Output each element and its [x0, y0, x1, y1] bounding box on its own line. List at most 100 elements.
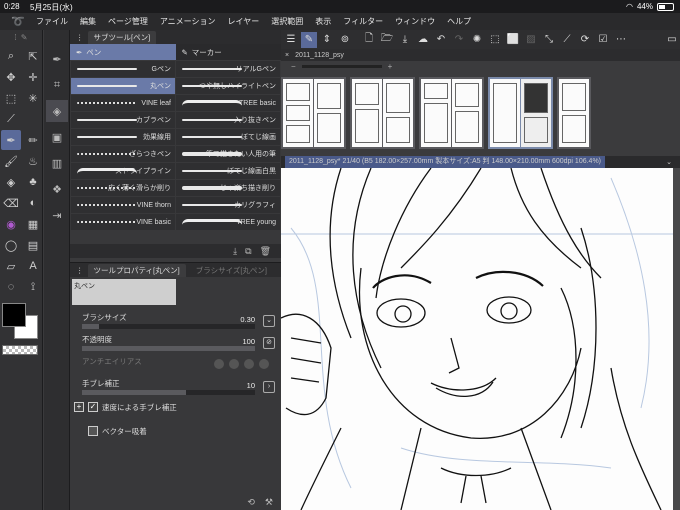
brush-item[interactable]: ぼてじ線画白黒: [176, 163, 280, 179]
companion-icon[interactable]: ⊚: [337, 32, 353, 48]
expand-vertical-icon[interactable]: ⇕: [319, 32, 335, 48]
custom-brush-icon[interactable]: ◈: [46, 100, 68, 122]
brush-item[interactable]: カリグラフィ: [176, 197, 280, 213]
page-zoom-slider[interactable]: [301, 64, 382, 68]
group-marker[interactable]: ✎ マーカー: [176, 44, 282, 60]
brush-item[interactable]: カブラペン: [71, 112, 175, 128]
vector-checkbox[interactable]: [88, 426, 98, 436]
fill-tool-icon[interactable]: ◈: [1, 172, 21, 192]
toolprop-title[interactable]: ツールプロパティ[丸ペン]: [87, 263, 186, 277]
select-outside-icon[interactable]: ⬚: [487, 32, 503, 48]
selection-tool-icon[interactable]: ⬚: [1, 88, 21, 108]
menu-filter[interactable]: フィルター: [343, 16, 383, 27]
text-tool-icon[interactable]: A: [23, 256, 43, 276]
expand-icon[interactable]: +: [74, 402, 84, 412]
new-file-icon[interactable]: 🗋: [361, 32, 377, 48]
opacity-row[interactable]: 不透明度 100 ⊘: [74, 333, 277, 353]
edit-mode-icon[interactable]: ✎: [301, 31, 317, 48]
crop-icon[interactable]: ▨: [523, 32, 539, 48]
brush-item[interactable]: つや無しハイライトペン: [176, 78, 280, 94]
balloon-tool-icon[interactable]: ◌: [1, 277, 21, 297]
brush-item[interactable]: リアルGペン: [176, 61, 280, 77]
menu-file[interactable]: ファイル: [36, 16, 68, 27]
more-icon[interactable]: ⋯: [613, 32, 629, 48]
brush-item[interactable]: 効果線用: [71, 129, 175, 145]
download-icon[interactable]: ⤓: [233, 246, 237, 257]
brush-item[interactable]: ストライプライン: [71, 163, 175, 179]
menu-help[interactable]: ヘルプ: [447, 16, 471, 27]
gradient-tool-icon[interactable]: ◉: [1, 214, 21, 234]
pattern-tool-icon[interactable]: ▦: [23, 214, 43, 234]
delete-icon[interactable]: 🗑: [260, 246, 271, 257]
page-spread-selected[interactable]: [488, 77, 553, 149]
page-spread[interactable]: [557, 77, 591, 149]
antialias-options[interactable]: [214, 359, 269, 369]
blend-tool-icon[interactable]: ◐: [23, 193, 43, 213]
object-tool-icon[interactable]: ⇱: [23, 46, 43, 66]
brush-size-row[interactable]: ブラシサイズ 0.30 ⌄: [74, 311, 277, 331]
main-color-swatch[interactable]: [2, 303, 26, 327]
stabilize-slider[interactable]: [82, 390, 255, 395]
brush-item[interactable]: ぼてじ線画: [176, 129, 280, 145]
move-layer-tool-icon[interactable]: ✛: [23, 67, 43, 87]
brush-item[interactable]: 入り抜きペン: [176, 112, 280, 128]
clear-icon[interactable]: ✺: [469, 32, 485, 48]
save-icon[interactable]: ⤓: [397, 32, 413, 48]
settings-wrench-icon[interactable]: ⚒: [265, 497, 273, 508]
brush-item[interactable]: VINE leaf: [71, 95, 175, 111]
speed-stab-checkbox[interactable]: ✓: [88, 402, 98, 412]
menu-animation[interactable]: アニメーション: [160, 16, 216, 27]
brush-tool-icon[interactable]: 🖌: [1, 151, 21, 171]
marker-group-icon[interactable]: ⌗: [46, 74, 68, 96]
layers-stack-icon[interactable]: ▥: [46, 152, 68, 174]
brush-item[interactable]: Gペン: [71, 61, 175, 77]
brush-item[interactable]: TREE young: [176, 214, 280, 230]
duplicate-icon[interactable]: ⧉: [245, 246, 251, 257]
size-dropdown-icon[interactable]: ⌄: [263, 315, 275, 327]
pen-tool-icon[interactable]: ✒: [1, 130, 21, 150]
menu-window[interactable]: ウィンドウ: [395, 16, 435, 27]
vector-row[interactable]: ベクター吸着: [74, 423, 277, 443]
brush-item-selected[interactable]: 丸ペン: [71, 78, 175, 94]
drawing-canvas[interactable]: [281, 168, 673, 510]
canvas-vertical-scrollbar[interactable]: [673, 168, 680, 510]
sync-icon[interactable]: ⟳: [577, 32, 593, 48]
export-icon[interactable]: ⇥: [46, 204, 68, 226]
material-icon[interactable]: ❖: [46, 178, 68, 200]
airbrush-tool-icon[interactable]: ♨: [23, 151, 43, 171]
brush-item[interactable]: VINE thorn: [71, 197, 175, 213]
correction-icon[interactable]: ⟋: [559, 32, 575, 48]
group-pen[interactable]: ✒ ペン: [70, 44, 176, 60]
canvas-tab[interactable]: 2011_1128_psy* 21/40 (B5 182.00×257.00mm…: [285, 156, 606, 168]
brush-item[interactable]: VINE basic: [71, 214, 175, 230]
stabilize-stepper-icon[interactable]: ›: [263, 381, 275, 393]
deselect-icon[interactable]: ⬜: [505, 32, 521, 48]
menu-layer[interactable]: レイヤー: [228, 16, 260, 27]
redo-icon[interactable]: ↷: [451, 32, 467, 48]
pencil-tool-icon[interactable]: ✏: [23, 130, 43, 150]
menu-selection[interactable]: 選択範囲: [271, 16, 303, 27]
menu-view[interactable]: 表示: [315, 16, 331, 27]
frame-tool-icon[interactable]: ▤: [23, 235, 43, 255]
menu-edit[interactable]: 編集: [80, 16, 96, 27]
antialias-row[interactable]: アンチエイリアス: [74, 355, 277, 375]
opacity-pressure-icon[interactable]: ⊘: [263, 337, 275, 349]
app-logo-icon[interactable]: ➰: [0, 15, 36, 28]
pen-group-icon[interactable]: ✒: [46, 48, 68, 70]
transform-icon[interactable]: ⤡: [541, 32, 557, 48]
speed-stab-row[interactable]: + ✓ 速度による手ブレ補正: [74, 399, 277, 419]
zoom-tool-icon[interactable]: ⌕: [1, 46, 21, 66]
close-tab-icon[interactable]: ×: [285, 52, 289, 59]
correct-line-tool-icon[interactable]: ⟟: [23, 277, 43, 297]
eraser-tool-icon[interactable]: ⌫: [1, 193, 21, 213]
eyedropper-tool-icon[interactable]: ⟋: [1, 109, 21, 129]
stabilize-row[interactable]: 手ブレ補正 10 ›: [74, 377, 277, 397]
zoom-in-icon[interactable]: +: [388, 62, 393, 71]
brush-item[interactable]: TREE basic: [176, 95, 280, 111]
cloud-icon[interactable]: ☁: [415, 32, 431, 48]
reset-icon[interactable]: ⟲: [247, 497, 255, 508]
brush-item[interactable]: じゃ楽ち描き削り: [176, 180, 280, 196]
page-spread[interactable]: [281, 77, 346, 149]
opacity-slider[interactable]: [82, 346, 255, 351]
ruler-tool-icon[interactable]: ▱: [1, 256, 21, 276]
